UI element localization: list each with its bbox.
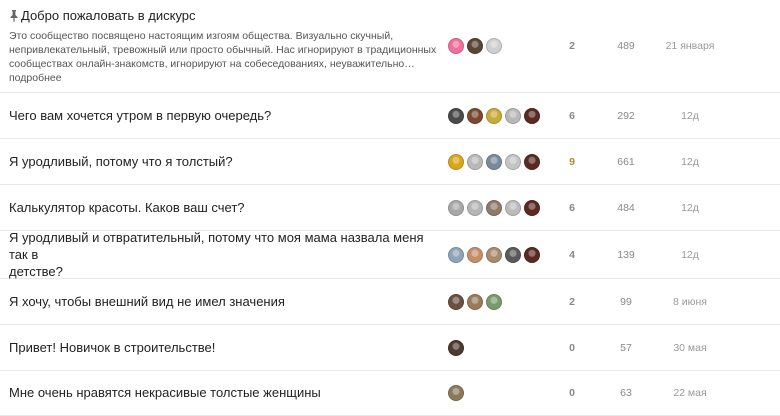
- topic-main: Привет! Новичок в строительстве!: [0, 339, 440, 357]
- topic-main: Калькулятор красоты. Каков ваш счет?: [0, 199, 440, 217]
- topic-title-link[interactable]: Чего вам хочется утром в первую очередь?: [9, 108, 271, 123]
- topic-title-link[interactable]: Я уродливый и отвратительный, потому что…: [9, 229, 440, 280]
- activity-date[interactable]: 12д: [655, 249, 725, 261]
- activity-date[interactable]: 12д: [655, 156, 725, 168]
- avatar[interactable]: [448, 199, 464, 216]
- topic-posters: [440, 199, 540, 216]
- avatar[interactable]: [486, 293, 502, 310]
- excerpt-line: непривлекательный, тревожный или просто …: [9, 44, 437, 56]
- avatar[interactable]: [505, 107, 521, 124]
- avatar[interactable]: [448, 246, 464, 263]
- avatar[interactable]: [467, 107, 483, 124]
- topic-row[interactable]: Я хочу, чтобы внешний вид не имел значен…: [0, 279, 780, 325]
- avatar[interactable]: [448, 385, 464, 401]
- replies-count[interactable]: 0: [560, 387, 584, 399]
- avatar[interactable]: [505, 246, 521, 263]
- activity-date[interactable]: 21 января: [655, 40, 725, 52]
- activity-date[interactable]: 8 июня: [655, 296, 725, 308]
- avatar[interactable]: [486, 38, 502, 54]
- topic-row[interactable]: Чего вам хочется утром в первую очередь?…: [0, 93, 780, 139]
- replies-count[interactable]: 2: [560, 40, 584, 52]
- topic-list: Добро пожаловать в дискурс Это сообществ…: [0, 0, 780, 416]
- avatar[interactable]: [467, 293, 483, 310]
- avatar[interactable]: [448, 38, 464, 54]
- avatar[interactable]: [448, 293, 464, 310]
- topic-main: Чего вам хочется утром в первую очередь?: [0, 107, 440, 125]
- topic-posters: [440, 339, 540, 356]
- topic-main: Добро пожаловать в дискурс Это сообществ…: [0, 7, 440, 85]
- topic-title-link[interactable]: Добро пожаловать в дискурс: [21, 7, 196, 24]
- topic-title-link[interactable]: Мне очень нравятся некрасивые толстые же…: [9, 385, 321, 400]
- avatar[interactable]: [524, 107, 540, 124]
- avatar[interactable]: [524, 153, 540, 170]
- views-count: 63: [620, 387, 632, 399]
- topic-title-link[interactable]: Я хочу, чтобы внешний вид не имел значен…: [9, 294, 285, 309]
- topic-posters: [440, 293, 540, 310]
- excerpt-line: Это сообщество посвящено настоящим изгоя…: [9, 30, 394, 42]
- avatar[interactable]: [505, 153, 521, 170]
- topic-main: Я уродливый и отвратительный, потому что…: [0, 229, 440, 280]
- topic-main: Мне очень нравятся некрасивые толстые же…: [0, 384, 440, 402]
- activity-date[interactable]: 22 мая: [655, 387, 725, 399]
- avatar[interactable]: [486, 246, 502, 263]
- topic-main: Я уродливый, потому что я толстый?: [0, 153, 440, 171]
- topic-excerpt: Это сообщество посвящено настоящим изгоя…: [9, 29, 440, 85]
- topic-posters: [440, 153, 540, 170]
- pin-icon: [9, 9, 19, 22]
- title-line: Я уродливый и отвратительный, потому что…: [9, 230, 424, 262]
- avatar[interactable]: [486, 199, 502, 216]
- avatar[interactable]: [524, 199, 540, 216]
- topic-row[interactable]: Я уродливый и отвратительный, потому что…: [0, 229, 780, 280]
- replies-count[interactable]: 6: [560, 202, 584, 214]
- views-count: 99: [620, 295, 632, 308]
- replies-count[interactable]: 9: [560, 156, 584, 168]
- views-count: 139: [617, 248, 635, 261]
- topic-posters: [440, 385, 540, 401]
- topic-title-link[interactable]: Привет! Новичок в строительстве!: [9, 340, 215, 355]
- read-more-link[interactable]: подробнее: [9, 71, 440, 85]
- topic-main: Я хочу, чтобы внешний вид не имел значен…: [0, 293, 440, 311]
- avatar[interactable]: [467, 199, 483, 216]
- avatar[interactable]: [505, 199, 521, 216]
- topic-row[interactable]: Я уродливый, потому что я толстый? 9 661…: [0, 139, 780, 185]
- views-count: 661: [617, 155, 635, 168]
- avatar[interactable]: [524, 246, 540, 263]
- topic-posters: [440, 107, 540, 124]
- replies-count[interactable]: 2: [560, 296, 584, 308]
- topic-row[interactable]: Добро пожаловать в дискурс Это сообществ…: [0, 0, 780, 93]
- topic-title-wrap: Добро пожаловать в дискурс: [9, 7, 440, 24]
- title-line: детстве?: [9, 264, 63, 279]
- topic-posters: [440, 38, 540, 54]
- activity-date[interactable]: 12д: [655, 110, 725, 122]
- replies-count[interactable]: 6: [560, 110, 584, 122]
- views-count: 292: [617, 109, 635, 122]
- avatar[interactable]: [486, 107, 502, 124]
- replies-count[interactable]: 0: [560, 342, 584, 354]
- activity-date[interactable]: 12д: [655, 202, 725, 214]
- topic-row[interactable]: Мне очень нравятся некрасивые толстые же…: [0, 371, 780, 416]
- topic-posters: [440, 246, 540, 263]
- replies-count[interactable]: 4: [560, 249, 584, 261]
- avatar[interactable]: [467, 38, 483, 54]
- topic-title-link[interactable]: Я уродливый, потому что я толстый?: [9, 154, 233, 169]
- avatar[interactable]: [448, 153, 464, 170]
- views-count: 57: [620, 341, 632, 354]
- avatar[interactable]: [448, 107, 464, 124]
- views-count: 489: [617, 40, 635, 52]
- topic-row[interactable]: Калькулятор красоты. Каков ваш счет? 6 4…: [0, 185, 780, 231]
- excerpt-line: сообществах онлайн-знакомств, игнорируют…: [9, 58, 415, 70]
- avatar[interactable]: [486, 153, 502, 170]
- avatar[interactable]: [467, 153, 483, 170]
- topic-row[interactable]: Привет! Новичок в строительстве! 0 57 30…: [0, 325, 780, 371]
- views-count: 484: [617, 201, 635, 214]
- activity-date[interactable]: 30 мая: [655, 342, 725, 354]
- topic-title-link[interactable]: Калькулятор красоты. Каков ваш счет?: [9, 200, 245, 215]
- avatar[interactable]: [467, 246, 483, 263]
- avatar[interactable]: [448, 339, 464, 356]
